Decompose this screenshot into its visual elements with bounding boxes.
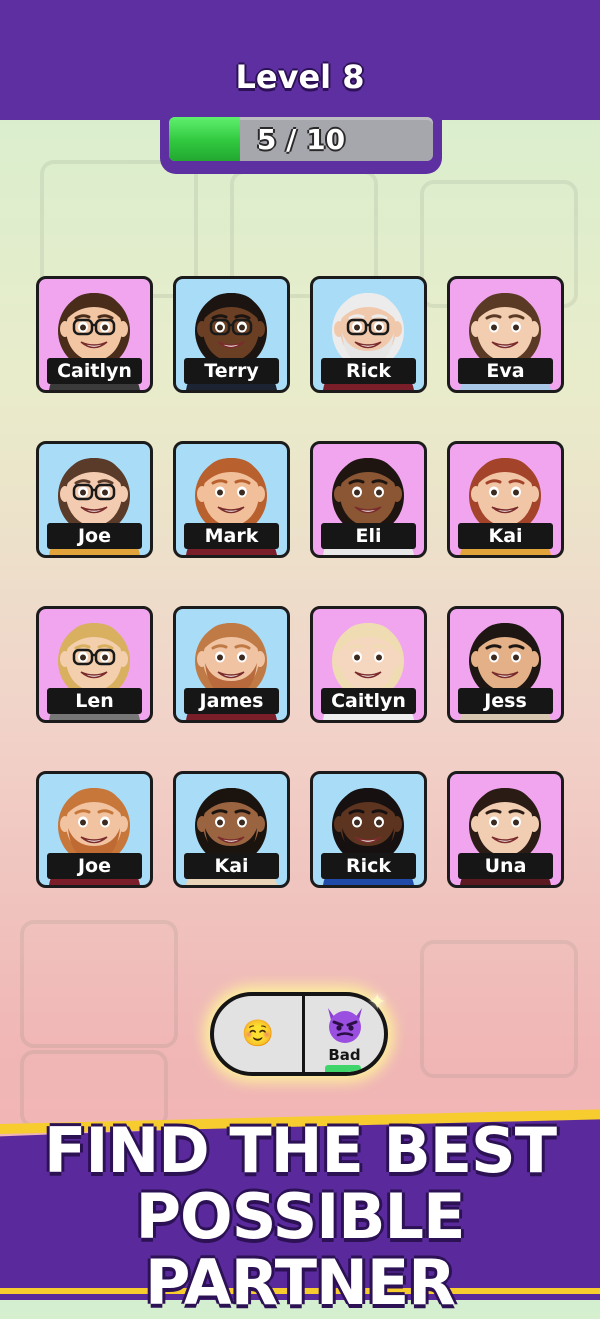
top-header-bar: Level 8 bbox=[0, 0, 600, 120]
headline-line-1: FIND THE BEST bbox=[43, 1114, 557, 1187]
name-tag: Eli bbox=[321, 523, 416, 549]
name-tag: Caitlyn bbox=[47, 358, 142, 384]
promo-headline: FIND THE BEST POSSIBLE PARTNER bbox=[0, 1118, 600, 1316]
level-title: Level 8 bbox=[235, 58, 365, 96]
partner-card[interactable]: Joe bbox=[36, 441, 153, 558]
bad-indicator-bar bbox=[325, 1065, 361, 1072]
progress-bar: 5 / 10 bbox=[169, 117, 433, 161]
name-tag: Rick bbox=[321, 853, 416, 879]
partner-card[interactable]: Eva bbox=[447, 276, 564, 393]
name-tag: Kai bbox=[184, 853, 279, 879]
partner-card[interactable]: Mark bbox=[173, 441, 290, 558]
partner-card[interactable]: Caitlyn bbox=[310, 606, 427, 723]
partner-card[interactable]: Caitlyn bbox=[36, 276, 153, 393]
partner-card-grid: Caitlyn Terry Rick Eva Joe Mark Eli Kai Len James… bbox=[36, 276, 566, 888]
partner-card[interactable]: Rick bbox=[310, 771, 427, 888]
partner-card[interactable]: Jess bbox=[447, 606, 564, 723]
partner-card[interactable]: Joe bbox=[36, 771, 153, 888]
reaction-toggle[interactable]: ☺️ Bad bbox=[210, 992, 388, 1076]
partner-card[interactable]: Terry bbox=[173, 276, 290, 393]
smile-option[interactable]: ☺️ bbox=[214, 996, 302, 1072]
progress-panel: 5 / 10 bbox=[160, 112, 442, 174]
devil-emoji-icon bbox=[327, 1008, 362, 1043]
partner-card[interactable]: Rick bbox=[310, 276, 427, 393]
partner-card[interactable]: Una bbox=[447, 771, 564, 888]
name-tag: Joe bbox=[47, 853, 142, 879]
name-tag: Eva bbox=[458, 358, 553, 384]
name-tag: Jess bbox=[458, 688, 553, 714]
partner-card[interactable]: James bbox=[173, 606, 290, 723]
name-tag: Caitlyn bbox=[321, 688, 416, 714]
partner-card[interactable]: Kai bbox=[173, 771, 290, 888]
headline-line-2: POSSIBLE PARTNER bbox=[135, 1180, 466, 1319]
name-tag: Kai bbox=[458, 523, 553, 549]
name-tag: Mark bbox=[184, 523, 279, 549]
name-tag: Terry bbox=[184, 358, 279, 384]
smiling-face-icon: ☺️ bbox=[241, 1019, 275, 1049]
name-tag: Joe bbox=[47, 523, 142, 549]
bad-label: Bad bbox=[328, 1046, 361, 1064]
partner-card[interactable]: Eli bbox=[310, 441, 427, 558]
name-tag: Rick bbox=[321, 358, 416, 384]
progress-text: 5 / 10 bbox=[256, 122, 346, 156]
name-tag: Una bbox=[458, 853, 553, 879]
name-tag: James bbox=[184, 688, 279, 714]
sparkle-icon: ✦ bbox=[368, 990, 387, 1015]
name-tag: Len bbox=[47, 688, 142, 714]
partner-card[interactable]: Len bbox=[36, 606, 153, 723]
partner-card[interactable]: Kai bbox=[447, 441, 564, 558]
